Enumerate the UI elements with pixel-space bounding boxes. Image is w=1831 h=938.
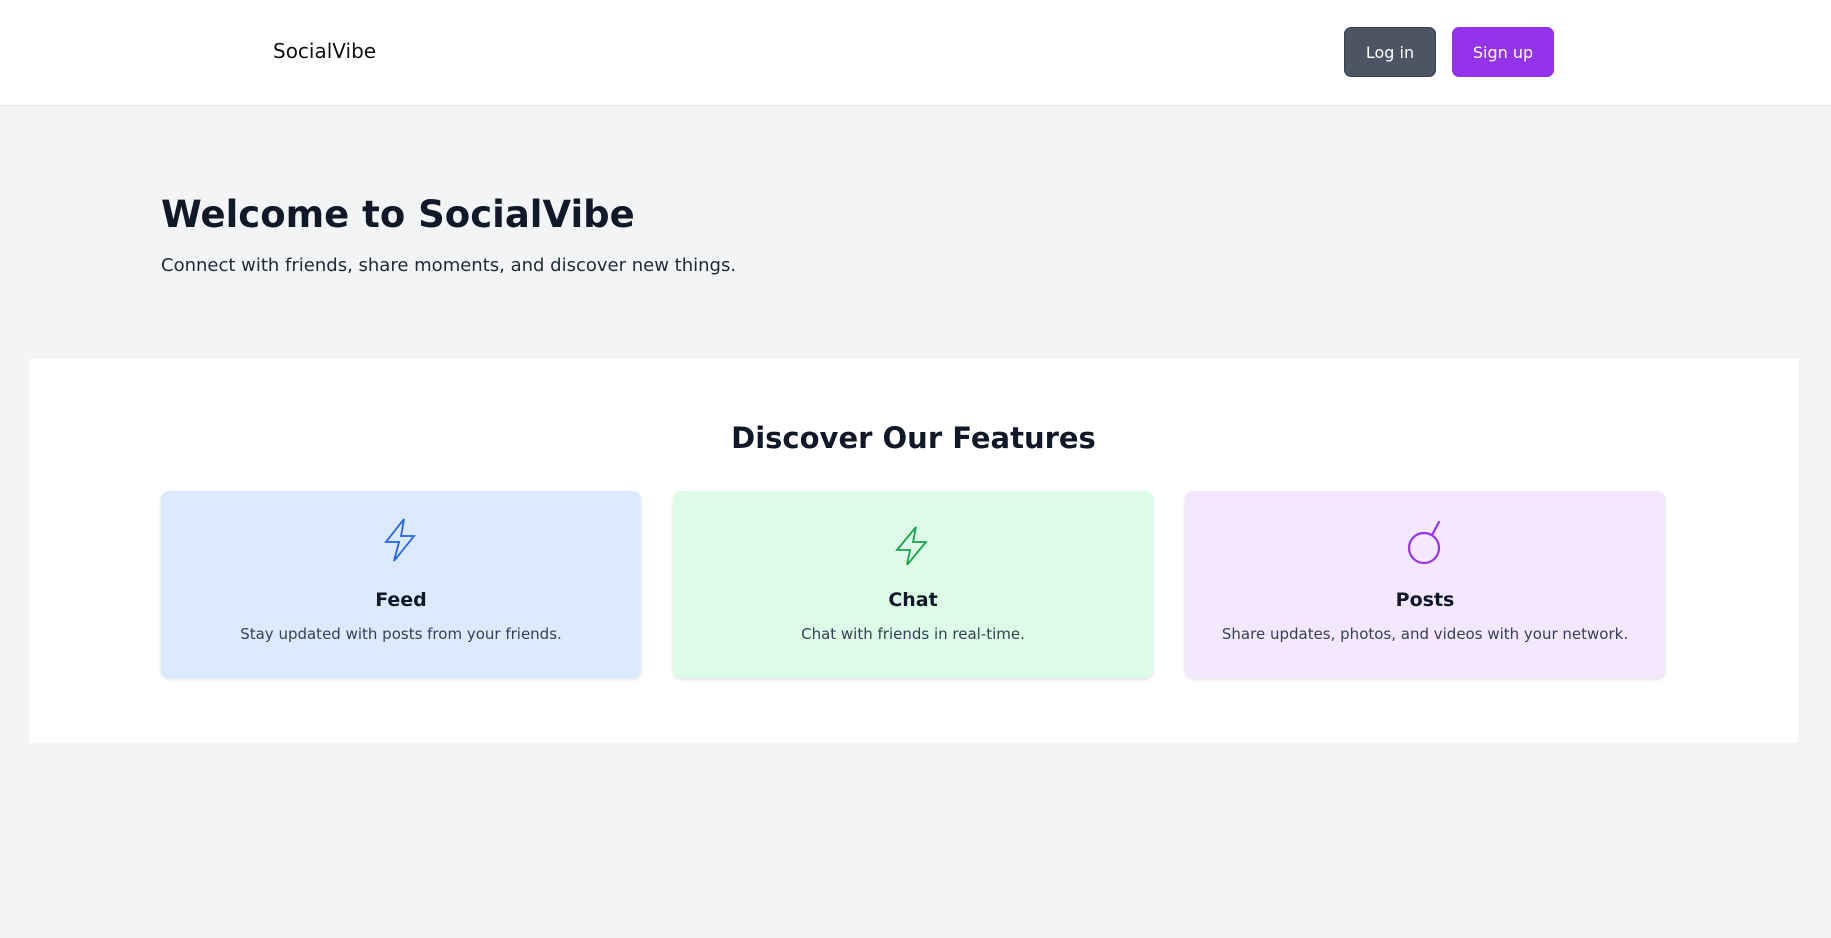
hero-subtitle: Connect with friends, share moments, and… <box>161 255 737 276</box>
chat-bolt-svg <box>895 526 928 565</box>
feature-card-title: Feed <box>375 589 427 611</box>
lightning-bolt-icon <box>161 515 641 565</box>
features-title: Discover Our Features <box>731 421 1096 455</box>
feature-card-description: Stay updated with posts from your friend… <box>240 625 562 643</box>
feature-card-posts: Posts Share updates, photos, and videos … <box>1185 491 1665 678</box>
feature-card-title: Posts <box>1395 589 1455 611</box>
brand-logo[interactable]: SocialVibe <box>273 39 376 63</box>
circle-stem-icon <box>1185 515 1665 565</box>
posts-circle-svg <box>1407 520 1441 565</box>
feed-bolt-svg <box>384 518 416 562</box>
hero-title: Welcome to SocialVibe <box>161 193 635 236</box>
features-section: Discover Our Features Feed Stay updated … <box>29 359 1798 743</box>
feature-card-description: Share updates, photos, and videos with y… <box>1221 625 1629 643</box>
navbar: SocialVibe Log in Sign up <box>0 0 1831 106</box>
feature-card-title: Chat <box>888 589 938 611</box>
feature-card-description: Chat with friends in real-time. <box>801 625 1025 643</box>
login-button[interactable]: Log in <box>1344 27 1436 77</box>
lightning-bolt-icon <box>673 515 1153 565</box>
feature-card-chat: Chat Chat with friends in real-time. <box>673 491 1153 678</box>
feature-card-feed: Feed Stay updated with posts from your f… <box>161 491 641 678</box>
signup-button[interactable]: Sign up <box>1452 27 1554 77</box>
